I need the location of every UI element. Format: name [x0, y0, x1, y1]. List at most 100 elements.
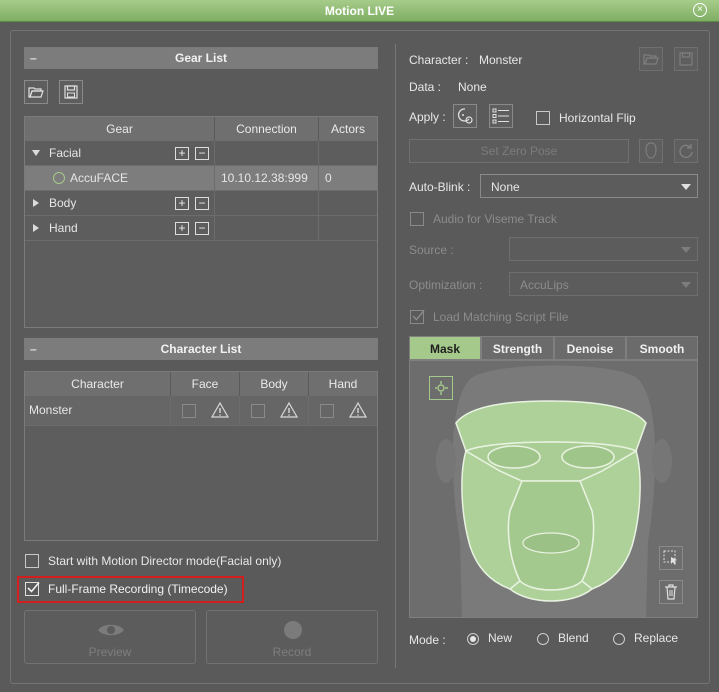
- status-circle-icon: [53, 172, 65, 184]
- tab-strength[interactable]: Strength: [481, 336, 554, 360]
- chevron-down-icon: [681, 184, 691, 190]
- warning-icon: [211, 402, 229, 418]
- mode-blend-label: Blend: [558, 631, 589, 645]
- full-frame-checkbox[interactable]: [25, 581, 40, 596]
- warning-icon: [280, 402, 298, 418]
- open-gear-button[interactable]: [24, 80, 48, 104]
- gear-name: Hand: [49, 221, 78, 235]
- auto-blink-dropdown[interactable]: None: [480, 174, 698, 198]
- expand-icon[interactable]: [32, 150, 40, 156]
- chevron-down-icon: [681, 247, 691, 253]
- gear-name: AccuFACE: [70, 171, 129, 185]
- tab-smooth[interactable]: Smooth: [626, 336, 698, 360]
- mode-new-radio[interactable]: [467, 633, 479, 645]
- save-character-button[interactable]: [674, 47, 698, 71]
- hand-checkbox[interactable]: [320, 404, 334, 418]
- mode-new-label: New: [488, 631, 513, 645]
- close-icon[interactable]: ×: [693, 3, 707, 17]
- gear-table: Gear Connection Actors Facial + − AccuFA…: [24, 116, 378, 328]
- folder-open-icon: [28, 87, 44, 98]
- body-checkbox[interactable]: [251, 404, 265, 418]
- mask-transform-button[interactable]: [429, 376, 453, 400]
- tab-mask[interactable]: Mask: [409, 336, 481, 360]
- source-dropdown[interactable]: [509, 237, 698, 261]
- audio-viseme-checkbox[interactable]: [410, 212, 424, 226]
- remove-icon[interactable]: −: [195, 147, 209, 160]
- preview-label: Preview: [88, 645, 132, 659]
- add-icon[interactable]: +: [175, 197, 189, 210]
- table-row-body[interactable]: Body + −: [25, 191, 377, 216]
- remove-icon[interactable]: −: [195, 222, 209, 235]
- cursor-select-icon: [663, 550, 677, 565]
- source-label: Source :: [409, 243, 454, 257]
- face-checkbox[interactable]: [182, 404, 196, 418]
- connection-cell: [215, 191, 319, 215]
- gear-column-header[interactable]: Gear: [25, 117, 215, 141]
- data-value: None: [458, 80, 487, 94]
- record-icon: [284, 621, 302, 639]
- motion-director-checkbox[interactable]: [25, 554, 39, 568]
- character-list-header[interactable]: – Character List: [24, 338, 378, 360]
- mode-blend-radio[interactable]: [537, 633, 549, 645]
- optimization-dropdown[interactable]: AccuLips: [509, 272, 698, 296]
- add-icon[interactable]: +: [175, 147, 189, 160]
- tab-denoise[interactable]: Denoise: [554, 336, 626, 360]
- record-label: Record: [272, 645, 312, 659]
- apply-face-button[interactable]: [453, 104, 477, 128]
- table-row-facial[interactable]: Facial + −: [25, 141, 377, 166]
- character-column-header[interactable]: Character: [25, 372, 171, 396]
- chevron-down-icon: [681, 282, 691, 288]
- table-row-hand[interactable]: Hand + −: [25, 216, 377, 241]
- character-value: Monster: [479, 53, 523, 67]
- head-icon: [645, 142, 657, 159]
- table-row-monster[interactable]: Monster: [25, 396, 377, 426]
- set-zero-pose-button[interactable]: Set Zero Pose: [409, 139, 629, 163]
- apply-list-button[interactable]: [489, 104, 513, 128]
- gear-list-title: Gear List: [174, 51, 228, 65]
- panel-divider: [395, 44, 396, 668]
- optimization-value: AccuLips: [520, 278, 569, 292]
- horizontal-flip-checkbox[interactable]: [536, 111, 550, 125]
- hand-column-header[interactable]: Hand: [309, 372, 377, 396]
- select-mask-button[interactable]: [659, 546, 683, 570]
- preview-button[interactable]: Preview: [24, 610, 196, 664]
- connection-cell: [215, 216, 319, 240]
- motion-director-label: Start with Motion Director mode(Facial o…: [48, 554, 282, 568]
- gear-list-header[interactable]: – Gear List: [24, 47, 378, 69]
- window-title: Motion LIVE: [324, 4, 395, 18]
- collapse-icon[interactable]: –: [30, 338, 37, 360]
- load-script-checkbox[interactable]: [410, 310, 425, 324]
- expand-icon[interactable]: [33, 199, 39, 207]
- add-icon[interactable]: +: [175, 222, 189, 235]
- record-button[interactable]: Record: [206, 610, 378, 664]
- face-reset-button[interactable]: [639, 139, 663, 163]
- connection-column-header[interactable]: Connection: [215, 117, 319, 141]
- mode-label: Mode :: [409, 633, 446, 647]
- gear-name: Facial: [49, 146, 82, 160]
- delete-mask-button[interactable]: [659, 580, 683, 604]
- folder-open-icon: [643, 54, 659, 65]
- trash-icon: [665, 584, 677, 600]
- mode-replace-radio[interactable]: [613, 633, 625, 645]
- face-column-header[interactable]: Face: [171, 372, 240, 396]
- table-row-accuface[interactable]: AccuFACE 10.10.12.38:999 0: [25, 166, 377, 191]
- remove-icon[interactable]: −: [195, 197, 209, 210]
- mask-viewport[interactable]: [409, 360, 698, 618]
- gear-name: Body: [49, 196, 77, 210]
- title-bar: Motion LIVE ×: [0, 0, 719, 22]
- body-column-header[interactable]: Body: [240, 372, 309, 396]
- actors-column-header[interactable]: Actors: [319, 117, 377, 141]
- import-character-button[interactable]: [639, 47, 663, 71]
- face-mask-image[interactable]: [410, 361, 698, 618]
- character-list-title: Character List: [160, 342, 242, 356]
- actors-cell: [319, 216, 377, 240]
- collapse-icon[interactable]: –: [30, 47, 37, 69]
- rotate-icon: [435, 381, 448, 395]
- data-label: Data :: [409, 80, 442, 94]
- save-gear-button[interactable]: [59, 80, 83, 104]
- auto-blink-value: None: [491, 180, 520, 194]
- eye-icon: [98, 624, 124, 636]
- refresh-button[interactable]: [674, 139, 698, 163]
- full-frame-label: Full-Frame Recording (Timecode): [48, 582, 228, 596]
- expand-icon[interactable]: [33, 224, 39, 232]
